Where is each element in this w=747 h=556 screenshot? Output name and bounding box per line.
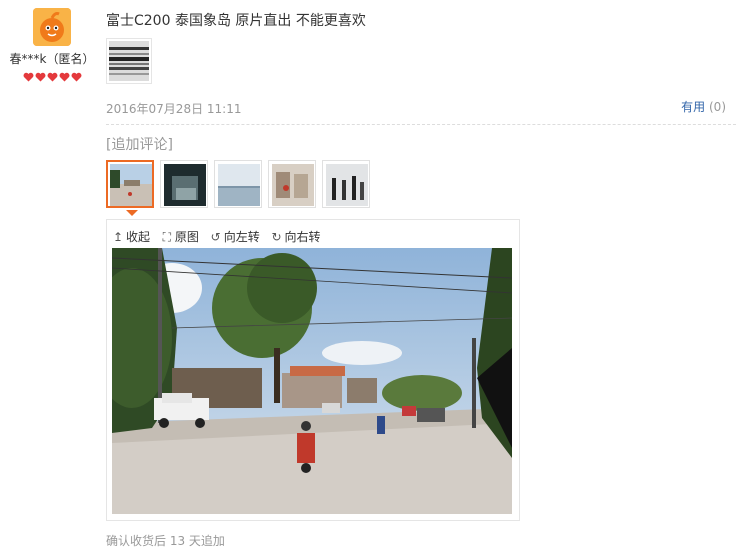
append-thumbnail-4[interactable] xyxy=(268,160,316,208)
fullscreen-icon: ⛶ xyxy=(162,230,172,244)
useful-button[interactable]: 有用 (0) xyxy=(681,98,726,115)
rotate-left-icon: ↺ xyxy=(210,230,221,244)
heart-icon xyxy=(35,69,46,82)
rotate-right-icon: ↻ xyxy=(271,230,282,244)
heart-icon xyxy=(47,69,58,82)
review-text: 富士C200 泰国象岛 原片直出 不能更喜欢 xyxy=(106,13,366,29)
original-image-button[interactable]: ⛶ 原图 xyxy=(161,228,199,245)
heart-icon xyxy=(71,69,82,82)
collapse-button[interactable]: ↥ 收起 xyxy=(112,228,150,245)
append-timing-note: 确认收货后 13 天追加 xyxy=(106,534,225,548)
rotate-left-button[interactable]: ↺ 向左转 xyxy=(210,228,260,245)
collapse-icon: ↥ xyxy=(112,230,124,244)
useful-count: (0) xyxy=(709,100,726,114)
review-photo-thumbnail[interactable] xyxy=(106,38,152,84)
append-thumbnail-2[interactable] xyxy=(160,160,208,208)
avatar[interactable] xyxy=(33,8,71,46)
review-date: 2016年07月28日 11:11 xyxy=(106,102,242,116)
rotate-right-button[interactable]: ↻ 向右转 xyxy=(271,228,321,245)
append-thumbnail-1[interactable] xyxy=(106,160,154,216)
enlarged-photo[interactable] xyxy=(112,248,512,514)
user-name: 春***k（匿名） xyxy=(9,52,95,66)
active-thumbnail-arrow xyxy=(126,210,138,216)
viewer-toolbar: ↥ 收起 ⛶ 原图 ↺ 向左转 ↻ 向右转 xyxy=(112,228,328,245)
heart-icon xyxy=(59,69,70,82)
useful-label: 有用 xyxy=(681,100,706,114)
divider xyxy=(106,124,736,125)
append-thumbnail-3[interactable] xyxy=(214,160,262,208)
photo-viewer: ↥ 收起 ⛶ 原图 ↺ 向左转 ↻ 向右转 xyxy=(106,219,520,521)
user-rank xyxy=(0,69,104,82)
reviewer-info: 春***k（匿名） xyxy=(0,8,104,82)
heart-icon xyxy=(23,69,34,82)
append-thumbnail-5[interactable] xyxy=(322,160,370,208)
append-review-label: [追加评论] xyxy=(106,137,173,153)
